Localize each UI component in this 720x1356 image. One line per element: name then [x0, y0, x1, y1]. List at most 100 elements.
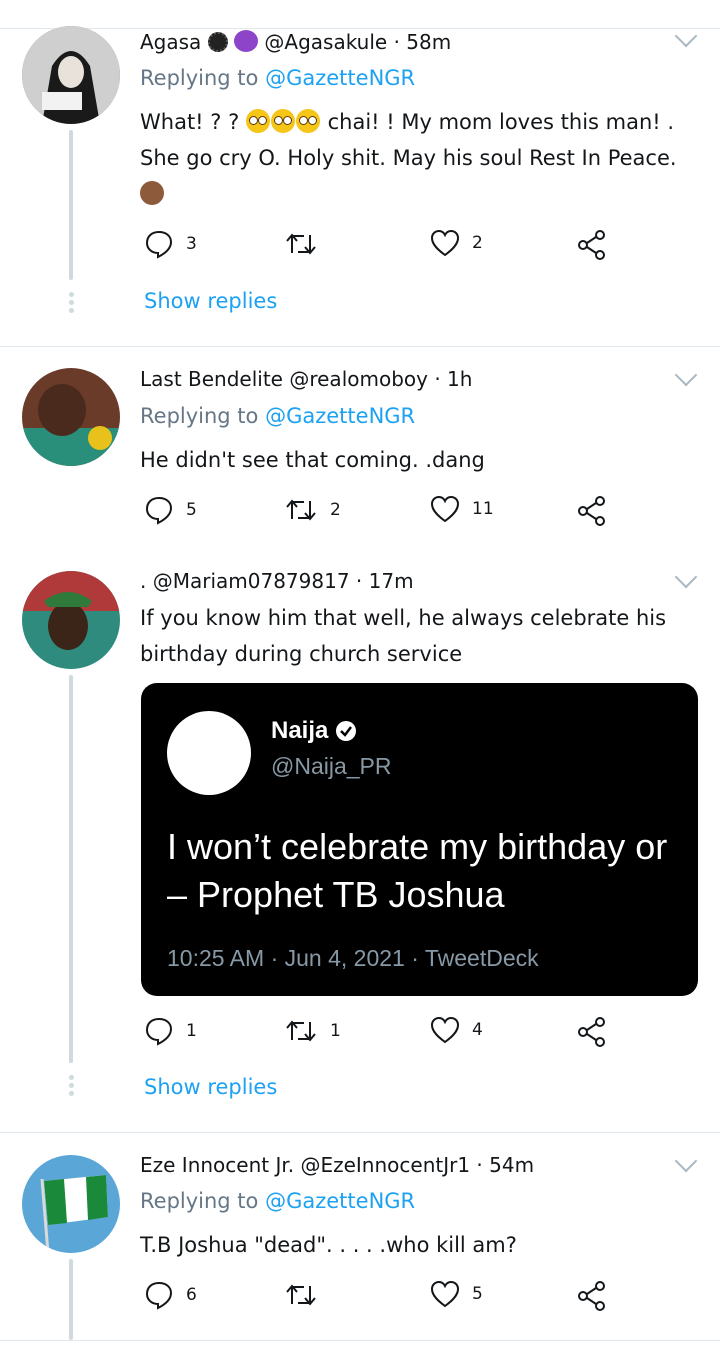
timestamp[interactable]: 1h	[447, 367, 472, 391]
replying-label: Replying to	[140, 1189, 259, 1213]
reply-count: 1	[186, 1021, 197, 1041]
share-button[interactable]	[576, 1280, 608, 1312]
timestamp[interactable]: 54m	[489, 1153, 534, 1177]
show-replies-link[interactable]: Show replies	[144, 1075, 277, 1099]
retweet-count: 2	[330, 500, 341, 520]
author-name[interactable]: .	[140, 569, 146, 593]
replying-to: Replying to @GazetteNGR	[140, 1189, 415, 1213]
tweet-actions: 6 5	[140, 1280, 620, 1316]
share-button[interactable]	[576, 229, 608, 261]
avatar[interactable]	[22, 571, 120, 669]
nigeria-flag-avatar	[22, 1155, 120, 1253]
separator: ·	[434, 367, 441, 391]
thread-dots	[67, 1075, 75, 1099]
author-handle[interactable]: @EzeInnocentJr1	[300, 1153, 470, 1177]
quoted-avatar	[167, 711, 251, 795]
verified-badge-icon	[336, 721, 357, 741]
heart-icon	[430, 1280, 460, 1308]
reply-icon	[145, 230, 173, 259]
reply-count: 3	[186, 234, 197, 254]
tweet-text-part: What! ? ?	[140, 110, 246, 134]
quoted-author-name: Naija	[271, 717, 357, 745]
tweet-text: T.B Joshua "dead". . . . .who kill am?	[140, 1233, 517, 1257]
share-icon	[578, 496, 605, 526]
avatar[interactable]	[22, 26, 120, 124]
like-count: 4	[472, 1020, 483, 1040]
reply-button[interactable]: 5	[144, 495, 197, 525]
share-icon	[578, 1017, 605, 1047]
quoted-name-text: Naija	[271, 717, 329, 744]
avatar[interactable]	[22, 1155, 120, 1253]
retweet-icon	[286, 233, 316, 255]
avatar[interactable]	[22, 368, 120, 466]
chevron-down-icon[interactable]	[674, 24, 698, 48]
retweet-button[interactable]: 1	[284, 1016, 341, 1046]
tweet-actions: 1 1 4	[140, 1016, 620, 1052]
like-count: 5	[472, 1284, 483, 1304]
reply-icon	[145, 1017, 173, 1046]
tweet[interactable]: Last Bendelite @realomoboy · 1h Replying…	[0, 347, 720, 561]
heart-icon	[430, 1016, 460, 1044]
heart-icon	[430, 229, 460, 257]
author-handle[interactable]: @Agasakule	[264, 30, 387, 54]
avatar-image	[22, 26, 120, 124]
quoted-tweet-text: I won’t celebrate my birthday or – Proph…	[167, 823, 698, 919]
chevron-down-icon[interactable]	[674, 1149, 698, 1173]
thread-line	[69, 675, 73, 1063]
tweet[interactable]: Eze Innocent Jr. @EzeInnocentJr1 · 54m R…	[0, 1133, 720, 1340]
share-button[interactable]	[576, 495, 608, 527]
tweet-text: What! ? ? chai! ! My mom loves this man!…	[140, 104, 700, 212]
author-name[interactable]: Agasa	[140, 30, 201, 54]
flushed-face-emoji	[270, 109, 295, 133]
thread-line	[69, 472, 73, 561]
chevron-down-icon[interactable]	[674, 363, 698, 387]
author-name[interactable]: Last Bendelite	[140, 367, 283, 391]
retweet-icon	[286, 1284, 316, 1306]
timestamp[interactable]: 17m	[369, 569, 414, 593]
retweet-button[interactable]	[284, 229, 330, 259]
reply-count: 6	[186, 1285, 197, 1305]
chevron-down-icon[interactable]	[674, 565, 698, 589]
retweet-count: 1	[330, 1021, 341, 1041]
quoted-text-line: – Prophet TB Joshua	[167, 874, 505, 915]
like-count: 2	[472, 233, 483, 253]
flushed-face-emoji	[295, 109, 320, 133]
reply-icon	[145, 1281, 173, 1310]
tweet-text: He didn't see that coming. .dang	[140, 448, 485, 472]
author-name[interactable]: Eze Innocent Jr.	[140, 1153, 294, 1177]
like-button[interactable]: 5	[430, 1280, 483, 1308]
show-replies-link[interactable]: Show replies	[144, 289, 277, 313]
tweet-actions: 5 2 11	[140, 495, 620, 531]
like-button[interactable]: 4	[430, 1016, 483, 1044]
tweet-actions: 3 2	[140, 229, 620, 265]
thread-line	[69, 1259, 73, 1340]
separator: ·	[355, 569, 363, 593]
reply-icon	[145, 496, 173, 525]
facepalm-emoji	[140, 181, 164, 205]
share-button[interactable]	[576, 1016, 608, 1048]
retweet-button[interactable]	[284, 1280, 330, 1310]
thread-dots	[67, 292, 75, 316]
mention-link[interactable]: @GazetteNGR	[265, 66, 415, 90]
reply-count: 5	[186, 500, 197, 520]
author-handle[interactable]: @Mariam07879817	[153, 569, 350, 593]
quoted-tweet-image[interactable]: Naija @Naija_PR I won’t celebrate my bir…	[141, 683, 698, 996]
like-button[interactable]: 11	[430, 495, 494, 523]
quoted-author-handle: @Naija_PR	[271, 753, 392, 779]
like-count: 11	[472, 499, 494, 519]
retweet-button[interactable]: 2	[284, 495, 341, 525]
mention-link[interactable]: @GazetteNGR	[265, 404, 415, 428]
reply-button[interactable]: 6	[144, 1280, 197, 1310]
like-button[interactable]: 2	[430, 229, 483, 257]
thread-line	[69, 130, 73, 280]
flower-emoji	[207, 32, 228, 52]
reply-button[interactable]: 1	[144, 1016, 197, 1046]
author-handle[interactable]: @realomoboy	[289, 367, 428, 391]
replying-to: Replying to @GazetteNGR	[140, 404, 415, 428]
tweet[interactable]: Agasa @Agasakule · 58m Replying to @Gaze…	[0, 0, 720, 346]
quoted-tweet-meta: 10:25 AM · Jun 4, 2021 · TweetDeck	[167, 945, 539, 971]
timestamp[interactable]: 58m	[406, 30, 451, 54]
mention-link[interactable]: @GazetteNGR	[265, 1189, 415, 1213]
tweet[interactable]: . @Mariam07879817 · 17m If you know him …	[0, 561, 720, 1132]
reply-button[interactable]: 3	[144, 229, 197, 259]
